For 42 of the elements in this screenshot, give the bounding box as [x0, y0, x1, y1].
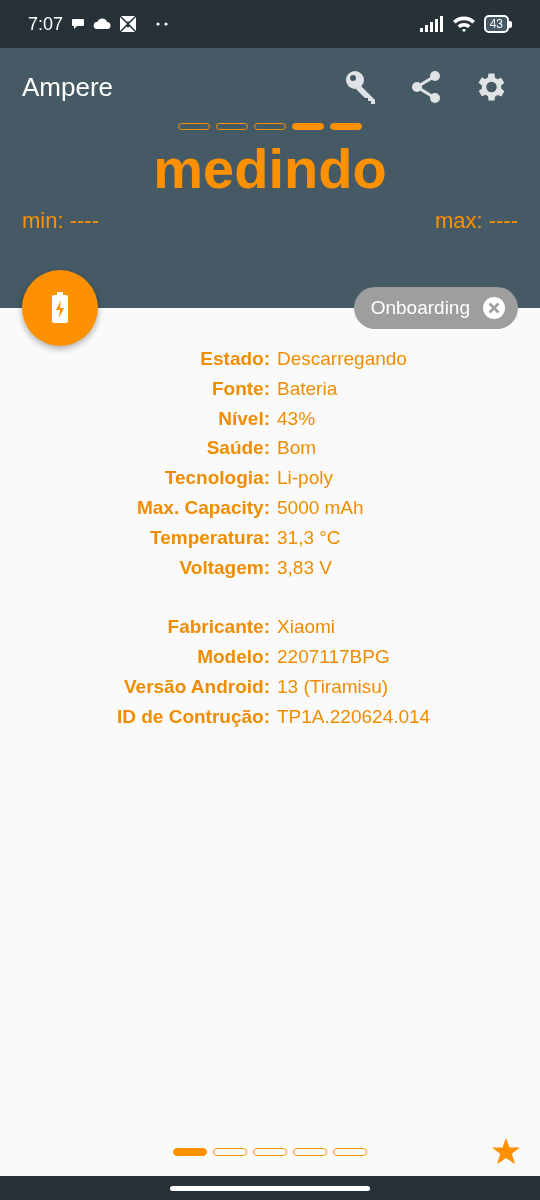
close-icon[interactable] [482, 296, 506, 320]
info-value: Bateria [277, 376, 339, 401]
info-value: 31,3 °C [277, 525, 342, 550]
battery-indicator: 43 [483, 15, 512, 33]
signal-icon [419, 16, 444, 32]
info-value: TP1A.220624.014 [277, 704, 432, 729]
info-label: ID de Contrução: [115, 704, 270, 729]
star-icon[interactable] [492, 1138, 520, 1165]
more-dots-icon [155, 21, 170, 27]
wifi-icon [451, 15, 476, 33]
info-value: Bom [277, 436, 318, 461]
info-label: Voltagem: [178, 555, 270, 580]
info-label: Estado: [199, 347, 270, 371]
app-title: Ampere [22, 71, 115, 103]
info-label: Modelo: [196, 645, 270, 670]
onboarding-chip[interactable]: Onboarding [353, 287, 518, 329]
status-time: 7:07 [28, 13, 64, 35]
cloud-icon [93, 18, 112, 30]
info-value: 2207117BPG [277, 645, 391, 670]
info-label: Fabricante: [166, 615, 270, 640]
status-reading: medindo [152, 136, 388, 202]
chat-icon [71, 17, 86, 31]
info-label: Nível: [217, 406, 270, 431]
info-label: Max. Capacity: [135, 496, 270, 520]
info-value: 43% [277, 406, 317, 431]
info-label: Temperatura: [149, 525, 270, 550]
max-reading: max: ---- [434, 208, 518, 234]
battery-fab[interactable] [22, 270, 98, 346]
info-value: 5000 mAh [277, 496, 365, 520]
info-label: Tecnologia: [163, 466, 270, 491]
info-value: Li-poly [277, 466, 334, 491]
info-value: 3,83 V [277, 555, 333, 580]
info-label: Versão Android: [122, 674, 270, 699]
info-label: Fonte: [210, 376, 270, 401]
min-reading: min: ---- [22, 208, 99, 234]
info-value: Xiaomi [277, 615, 337, 640]
battery-charging-icon [51, 292, 69, 324]
page-indicator[interactable] [173, 1148, 207, 1156]
info-value: 13 (Tiramisu) [277, 674, 390, 699]
info-value: Descarregando [277, 347, 408, 371]
info-label: Saúde: [205, 436, 270, 461]
home-handle[interactable] [170, 1185, 370, 1191]
